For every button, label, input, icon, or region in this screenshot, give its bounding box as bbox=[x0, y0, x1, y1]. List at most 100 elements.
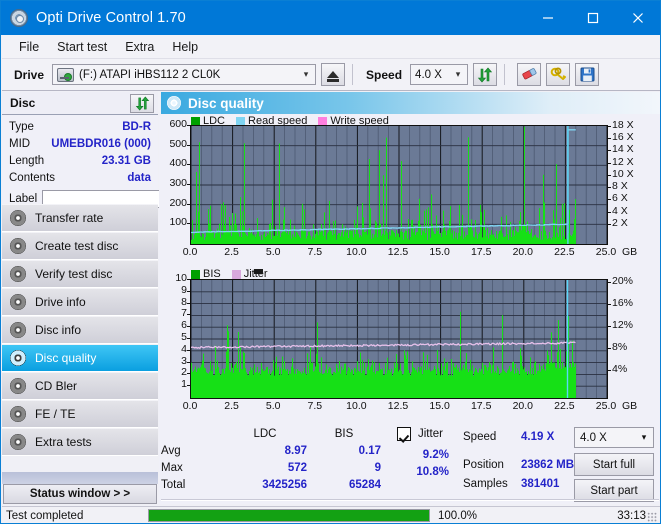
y-tick-label: 3 bbox=[181, 354, 187, 367]
result-speed: Speed 4.19 X bbox=[463, 427, 574, 446]
drive-select-value: (F:) ATAPI iHBS112 2 CL0K bbox=[79, 68, 221, 81]
stats-avg-bis: 0.17 bbox=[358, 444, 381, 457]
sidebar-item-label: FE / TE bbox=[35, 407, 76, 421]
save-icon bbox=[580, 67, 595, 82]
close-icon[interactable] bbox=[615, 1, 660, 35]
disc-field-length-value: 23.31 GB bbox=[101, 154, 151, 167]
bottom-chart-canvas bbox=[191, 280, 607, 398]
x-tick-label: 25.0 bbox=[595, 246, 617, 258]
menu-item-file[interactable]: File bbox=[10, 38, 48, 56]
y-tick-label: 4 bbox=[181, 342, 187, 355]
jitter-avg-value: 9.2% bbox=[422, 449, 449, 461]
jitter-checkbox[interactable] bbox=[397, 427, 411, 441]
resize-grip-icon[interactable] bbox=[647, 512, 657, 522]
speed-select-value: 4.0 X bbox=[415, 68, 442, 81]
x-tick-label: 20.0 bbox=[512, 400, 534, 412]
right-tick-label: 4% bbox=[612, 362, 628, 375]
sidebar-item-fe-te[interactable]: FE / TE bbox=[2, 400, 158, 428]
right-tick-label: 16% bbox=[612, 296, 634, 309]
menu-item-start-test[interactable]: Start test bbox=[48, 38, 116, 56]
test-speed-select[interactable]: 4.0 X ▾ bbox=[574, 427, 654, 448]
x-tick-label: 15.0 bbox=[429, 246, 450, 258]
disc-icon bbox=[10, 294, 26, 310]
stats-max-ldc: 572 bbox=[287, 461, 307, 474]
results-panel: Speed 4.19 X Position 23862 MB Samples 3… bbox=[463, 427, 574, 493]
x-tick-label: 22.5 bbox=[554, 246, 575, 258]
stats-row-avg-label: Avg bbox=[161, 444, 181, 457]
keys-icon bbox=[550, 67, 566, 80]
content-divider bbox=[161, 499, 659, 501]
disc-field-mid-label: MID bbox=[9, 137, 31, 150]
sidebar-item-verify-test-disc[interactable]: Verify test disc bbox=[2, 260, 158, 288]
x-tick-label: 15.0 bbox=[429, 400, 450, 412]
sidebar-item-extra-tests[interactable]: Extra tests bbox=[2, 428, 158, 456]
x-tick-label: 2.5 bbox=[224, 400, 239, 412]
stats-avg-ldc: 8.97 bbox=[284, 444, 307, 457]
result-speed-value: 4.19 X bbox=[521, 430, 555, 443]
bottom-chart[interactable]: 10 9 8 7 6 5 4 3 2 1 20% 16% 12% 8% 4% 0.0 2.5 5.0 7.5 10… bbox=[159, 272, 660, 420]
eraser-button[interactable] bbox=[517, 63, 542, 86]
right-tick-label: 8 X bbox=[612, 180, 628, 193]
right-tick-label: 10 X bbox=[612, 167, 634, 180]
start-full-button[interactable]: Start full bbox=[574, 453, 654, 476]
bottom-chart-plot-area bbox=[190, 279, 608, 399]
sidebar-item-label: Transfer rate bbox=[35, 211, 104, 225]
x-tick-label: 5.0 bbox=[265, 246, 281, 258]
drive-label: Drive bbox=[14, 67, 45, 82]
disc-field-contents: Contents data bbox=[9, 169, 151, 186]
table-row: Total 3425256 65284 bbox=[161, 476, 381, 493]
table-row: Max 572 9 bbox=[161, 459, 381, 476]
eject-icon bbox=[327, 71, 340, 82]
y-tick-label: 200 bbox=[169, 196, 187, 209]
sidebar-item-disc-info[interactable]: Disc info bbox=[2, 316, 158, 344]
stats-corner bbox=[161, 425, 223, 442]
sidebar-item-label: Extra tests bbox=[35, 435, 92, 449]
drive-select[interactable]: (F:) ATAPI iHBS112 2 CL0K ▾ bbox=[52, 64, 317, 85]
minimize-icon[interactable] bbox=[525, 1, 570, 35]
sidebar-item-drive-info[interactable]: Drive info bbox=[2, 288, 158, 316]
refresh-button[interactable] bbox=[473, 63, 498, 86]
top-chart[interactable]: 600 500 400 300 200 100 18 X 16 X 14 X 12 X 10 X8… bbox=[159, 118, 660, 266]
y-tick-label: 2 bbox=[181, 366, 187, 379]
disc-field-type-value: BD-R bbox=[122, 120, 151, 133]
right-tick-label: 20% bbox=[612, 274, 634, 287]
right-tick-label: 6 X bbox=[612, 192, 628, 205]
sidebar-item-transfer-rate[interactable]: Transfer rate bbox=[2, 204, 158, 232]
status-text: Test completed bbox=[6, 509, 84, 522]
stats-total-ldc: 3425256 bbox=[262, 478, 307, 491]
x-tick-label: 5.0 bbox=[265, 400, 281, 412]
save-button[interactable] bbox=[575, 63, 600, 86]
speed-select[interactable]: 4.0 X ▾ bbox=[410, 64, 469, 85]
refresh-icon bbox=[477, 67, 493, 82]
right-tick-label: 12 X bbox=[612, 155, 634, 168]
sidebar-item-create-test-disc[interactable]: Create test disc bbox=[2, 232, 158, 260]
stats-col-bis: BIS bbox=[334, 427, 354, 440]
result-samples-value: 381401 bbox=[521, 477, 560, 490]
status-bar: Test completed 100.0% 33:13 bbox=[2, 506, 660, 523]
table-header-row: LDC BIS bbox=[161, 425, 381, 442]
jitter-checkbox-row[interactable]: Jitter bbox=[397, 427, 443, 441]
sidebar-item-cd-bler[interactable]: CD Bler bbox=[2, 372, 158, 400]
status-window-button[interactable]: Status window > > bbox=[3, 484, 157, 504]
chevron-down-icon: ▾ bbox=[455, 69, 461, 79]
jitter-label: Jitter bbox=[418, 428, 443, 440]
eject-button[interactable] bbox=[321, 63, 346, 86]
y-tick-label: 10 bbox=[175, 272, 187, 284]
menu-item-extra[interactable]: Extra bbox=[116, 38, 163, 56]
x-tick-label: 2.5 bbox=[224, 246, 239, 258]
maximize-icon[interactable] bbox=[570, 1, 615, 35]
chevron-down-icon: ▾ bbox=[641, 432, 647, 442]
result-position-label: Position bbox=[463, 458, 504, 471]
stats-max-bis: 9 bbox=[374, 461, 381, 474]
disc-refresh-button[interactable] bbox=[130, 93, 154, 113]
sidebar-item-disc-quality[interactable]: Disc quality bbox=[2, 344, 158, 372]
keys-button[interactable] bbox=[546, 63, 571, 86]
y-tick-label: 9 bbox=[181, 283, 187, 296]
result-position: Position 23862 MB bbox=[463, 455, 574, 474]
sidebar-item-label: Disc quality bbox=[35, 351, 97, 365]
y-tick-label: 5 bbox=[181, 331, 187, 343]
menu-item-help[interactable]: Help bbox=[163, 38, 207, 56]
x-tick-label: 10.0 bbox=[346, 400, 367, 412]
right-tick-label: 4 X bbox=[612, 204, 628, 217]
sidebar-spacer bbox=[2, 472, 158, 484]
